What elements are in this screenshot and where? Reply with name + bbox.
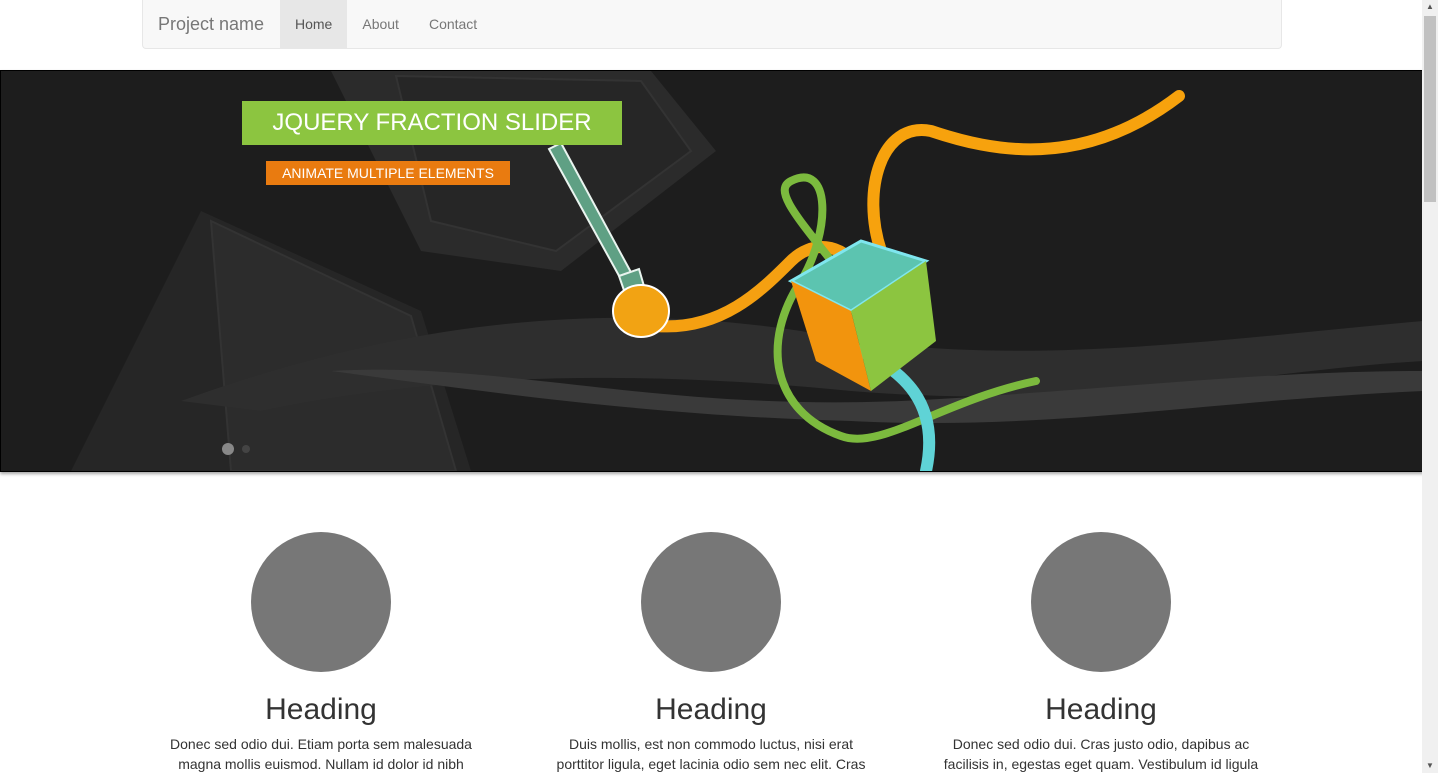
column-heading: Heading [1045,693,1157,726]
slide-artwork [71,71,1423,471]
nav-item-about[interactable]: About [347,0,414,48]
navbar: Project name Home About Contact [142,0,1282,49]
slider-dot-1[interactable] [222,443,234,455]
column-text: Duis mollis, est non commodo luctus, nis… [556,736,866,772]
feature-column-3: Heading Donec sed odio dui. Cras justo o… [921,532,1281,774]
nav-menu: Home About Contact [280,0,492,48]
scroll-thumb[interactable] [1424,16,1436,202]
page-scrollbar[interactable]: ▲ ▼ [1422,0,1438,773]
slider-pagination [222,443,250,455]
placeholder-image [641,532,781,672]
column-text: Donec sed odio dui. Etiam porta sem male… [170,736,472,772]
column-text: Donec sed odio dui. Cras justo odio, dap… [943,736,1259,772]
column-heading: Heading [265,693,377,726]
scroll-down-arrow-icon[interactable]: ▼ [1422,759,1438,773]
feature-column-1: Heading Donec sed odio dui. Etiam porta … [141,532,501,774]
placeholder-image [251,532,391,672]
fraction-slider[interactable]: JQUERY FRACTION SLIDER ANIMATE MULTIPLE … [0,70,1424,472]
brand-link[interactable]: Project name [158,0,264,48]
slide-title: JQUERY FRACTION SLIDER [242,101,622,145]
column-heading: Heading [655,693,767,726]
slide-subtitle: ANIMATE MULTIPLE ELEMENTS [266,161,510,185]
nav-item-home[interactable]: Home [280,0,348,48]
slider-dot-2[interactable] [242,445,250,453]
scroll-up-arrow-icon[interactable]: ▲ [1422,0,1438,14]
placeholder-image [1031,532,1171,672]
feature-column-2: Heading Duis mollis, est non commodo luc… [531,532,891,774]
nav-item-contact[interactable]: Contact [414,0,492,48]
